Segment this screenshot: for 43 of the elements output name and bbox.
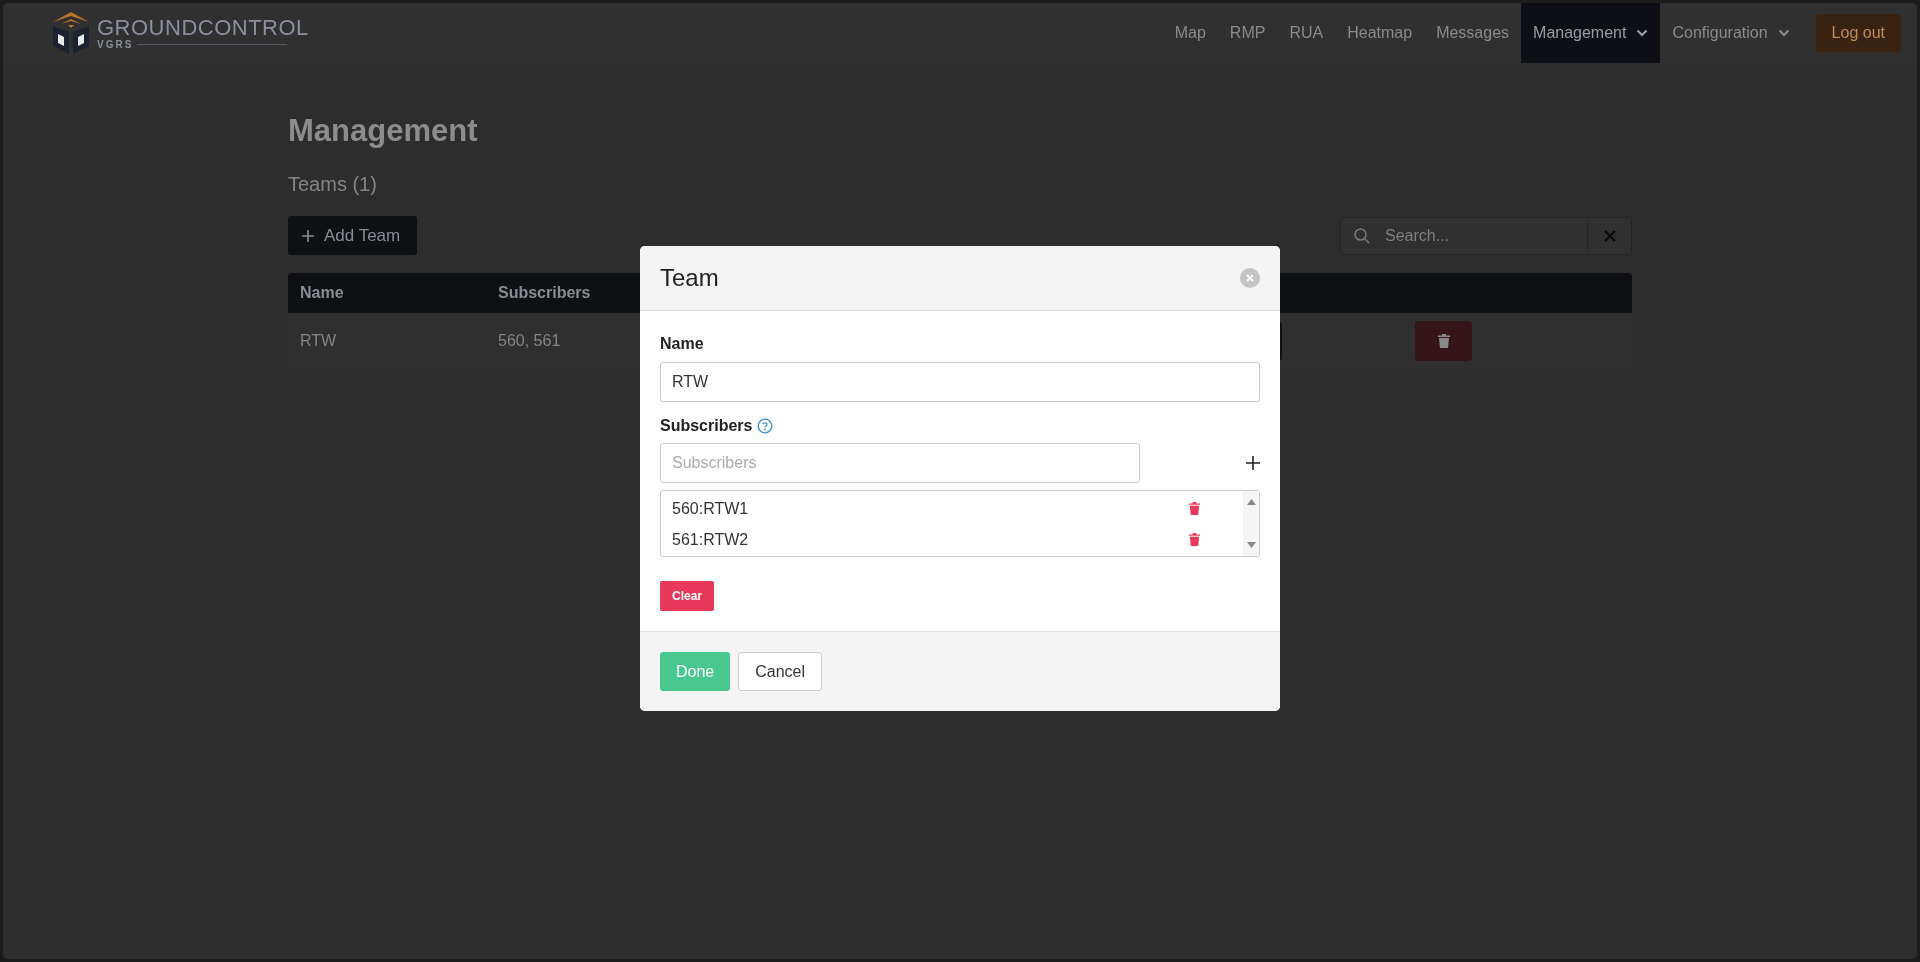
add-subscriber-button[interactable] <box>1246 456 1260 470</box>
brand-wordmark: GROUNDCONTROL <box>97 16 309 39</box>
close-icon <box>1245 273 1255 283</box>
nav-link[interactable]: Heatmap <box>1335 3 1425 63</box>
column-header: Subscribers <box>498 284 591 302</box>
add-team-button[interactable]: Add Team <box>288 216 418 255</box>
column-header: Name <box>300 284 344 302</box>
remove-button[interactable] <box>1188 501 1201 516</box>
search-icon <box>1353 226 1371 245</box>
nav-link[interactable]: RUA <box>1277 3 1336 63</box>
delete-button[interactable] <box>1415 321 1472 361</box>
subscriber-item[interactable]: 561:RTW2 <box>672 530 749 549</box>
name-field[interactable]: RTW <box>660 362 1260 402</box>
nav-link[interactable]: Map <box>1162 3 1218 63</box>
teams-count-heading: Teams (1) <box>288 173 378 196</box>
nav-link[interactable]: RMP <box>1217 3 1278 63</box>
done-button[interactable]: Done <box>660 652 731 691</box>
cancel-button[interactable]: Cancel <box>738 652 823 691</box>
brand-tagline: VGRS <box>97 38 134 50</box>
scrollbar[interactable] <box>1243 491 1259 556</box>
subscribers-field[interactable]: Subscribers <box>660 443 1140 483</box>
logout-button[interactable]: Log out <box>1815 14 1901 52</box>
plus-icon <box>301 228 315 243</box>
trash-icon <box>1436 333 1451 349</box>
scroll-down-icon[interactable] <box>1246 542 1256 548</box>
search-field[interactable]: Search... <box>1340 216 1632 255</box>
scroll-up-icon[interactable] <box>1246 499 1256 505</box>
remove-button[interactable] <box>1188 532 1201 547</box>
close-button[interactable] <box>1240 268 1260 288</box>
table-cell: 560, 561 <box>498 332 561 350</box>
clear-button[interactable]: Clear <box>660 581 715 611</box>
close-icon <box>1603 229 1616 242</box>
help-icon[interactable] <box>757 418 774 434</box>
dialog-title: Team <box>660 264 719 292</box>
field-label: Name <box>660 335 704 353</box>
nav-link[interactable]: Configuration <box>1660 3 1802 63</box>
table-cell: RTW <box>300 332 337 350</box>
field-label: Subscribers <box>660 417 753 435</box>
subscriber-item[interactable]: 560:RTW1 <box>672 499 749 518</box>
search-input[interactable]: Search... <box>1383 225 1587 246</box>
nav-link[interactable]: Management <box>1521 3 1661 63</box>
page-title: Management <box>288 113 479 149</box>
nav-link[interactable]: Messages <box>1424 3 1522 63</box>
